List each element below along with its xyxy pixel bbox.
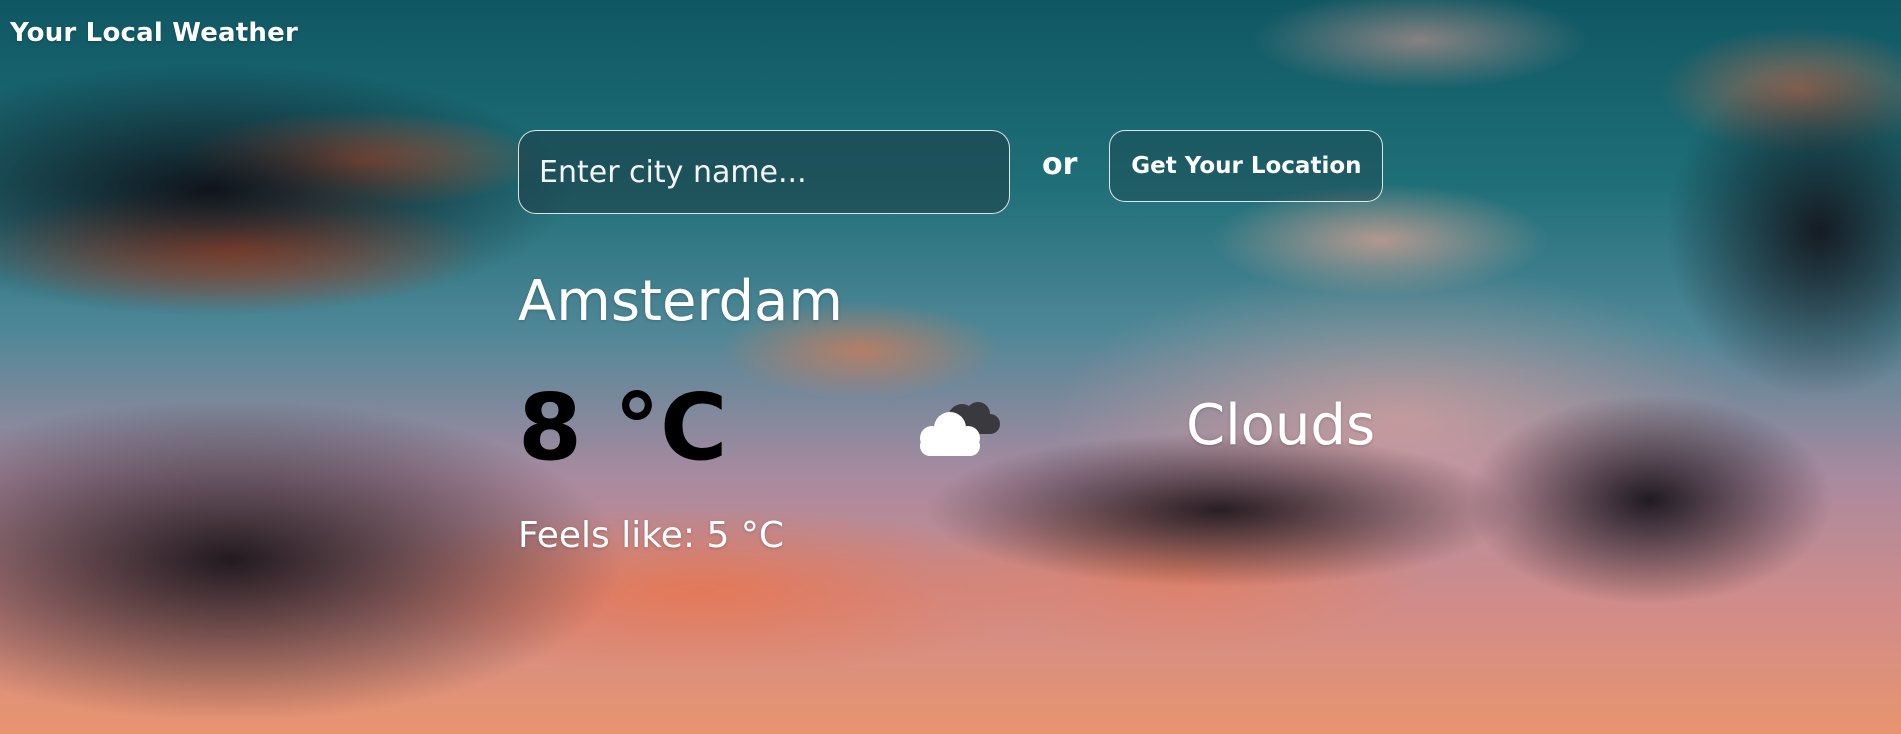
city-search-input[interactable]: [518, 130, 1010, 214]
weather-condition: Clouds: [1186, 393, 1376, 458]
city-name: Amsterdam: [518, 269, 843, 334]
get-location-button[interactable]: Get Your Location: [1109, 130, 1384, 202]
background-sky-image: [0, 0, 1901, 734]
search-row: or Get Your Location: [518, 130, 1384, 214]
or-separator: or: [1042, 146, 1078, 182]
feels-like-temperature: Feels like: 5 °C: [518, 515, 785, 556]
current-weather-row: 8 °C Clouds: [518, 378, 1378, 478]
app-title: Your Local Weather: [10, 18, 298, 48]
cloud-icon: [920, 402, 1000, 456]
temperature: 8 °C: [518, 374, 728, 481]
